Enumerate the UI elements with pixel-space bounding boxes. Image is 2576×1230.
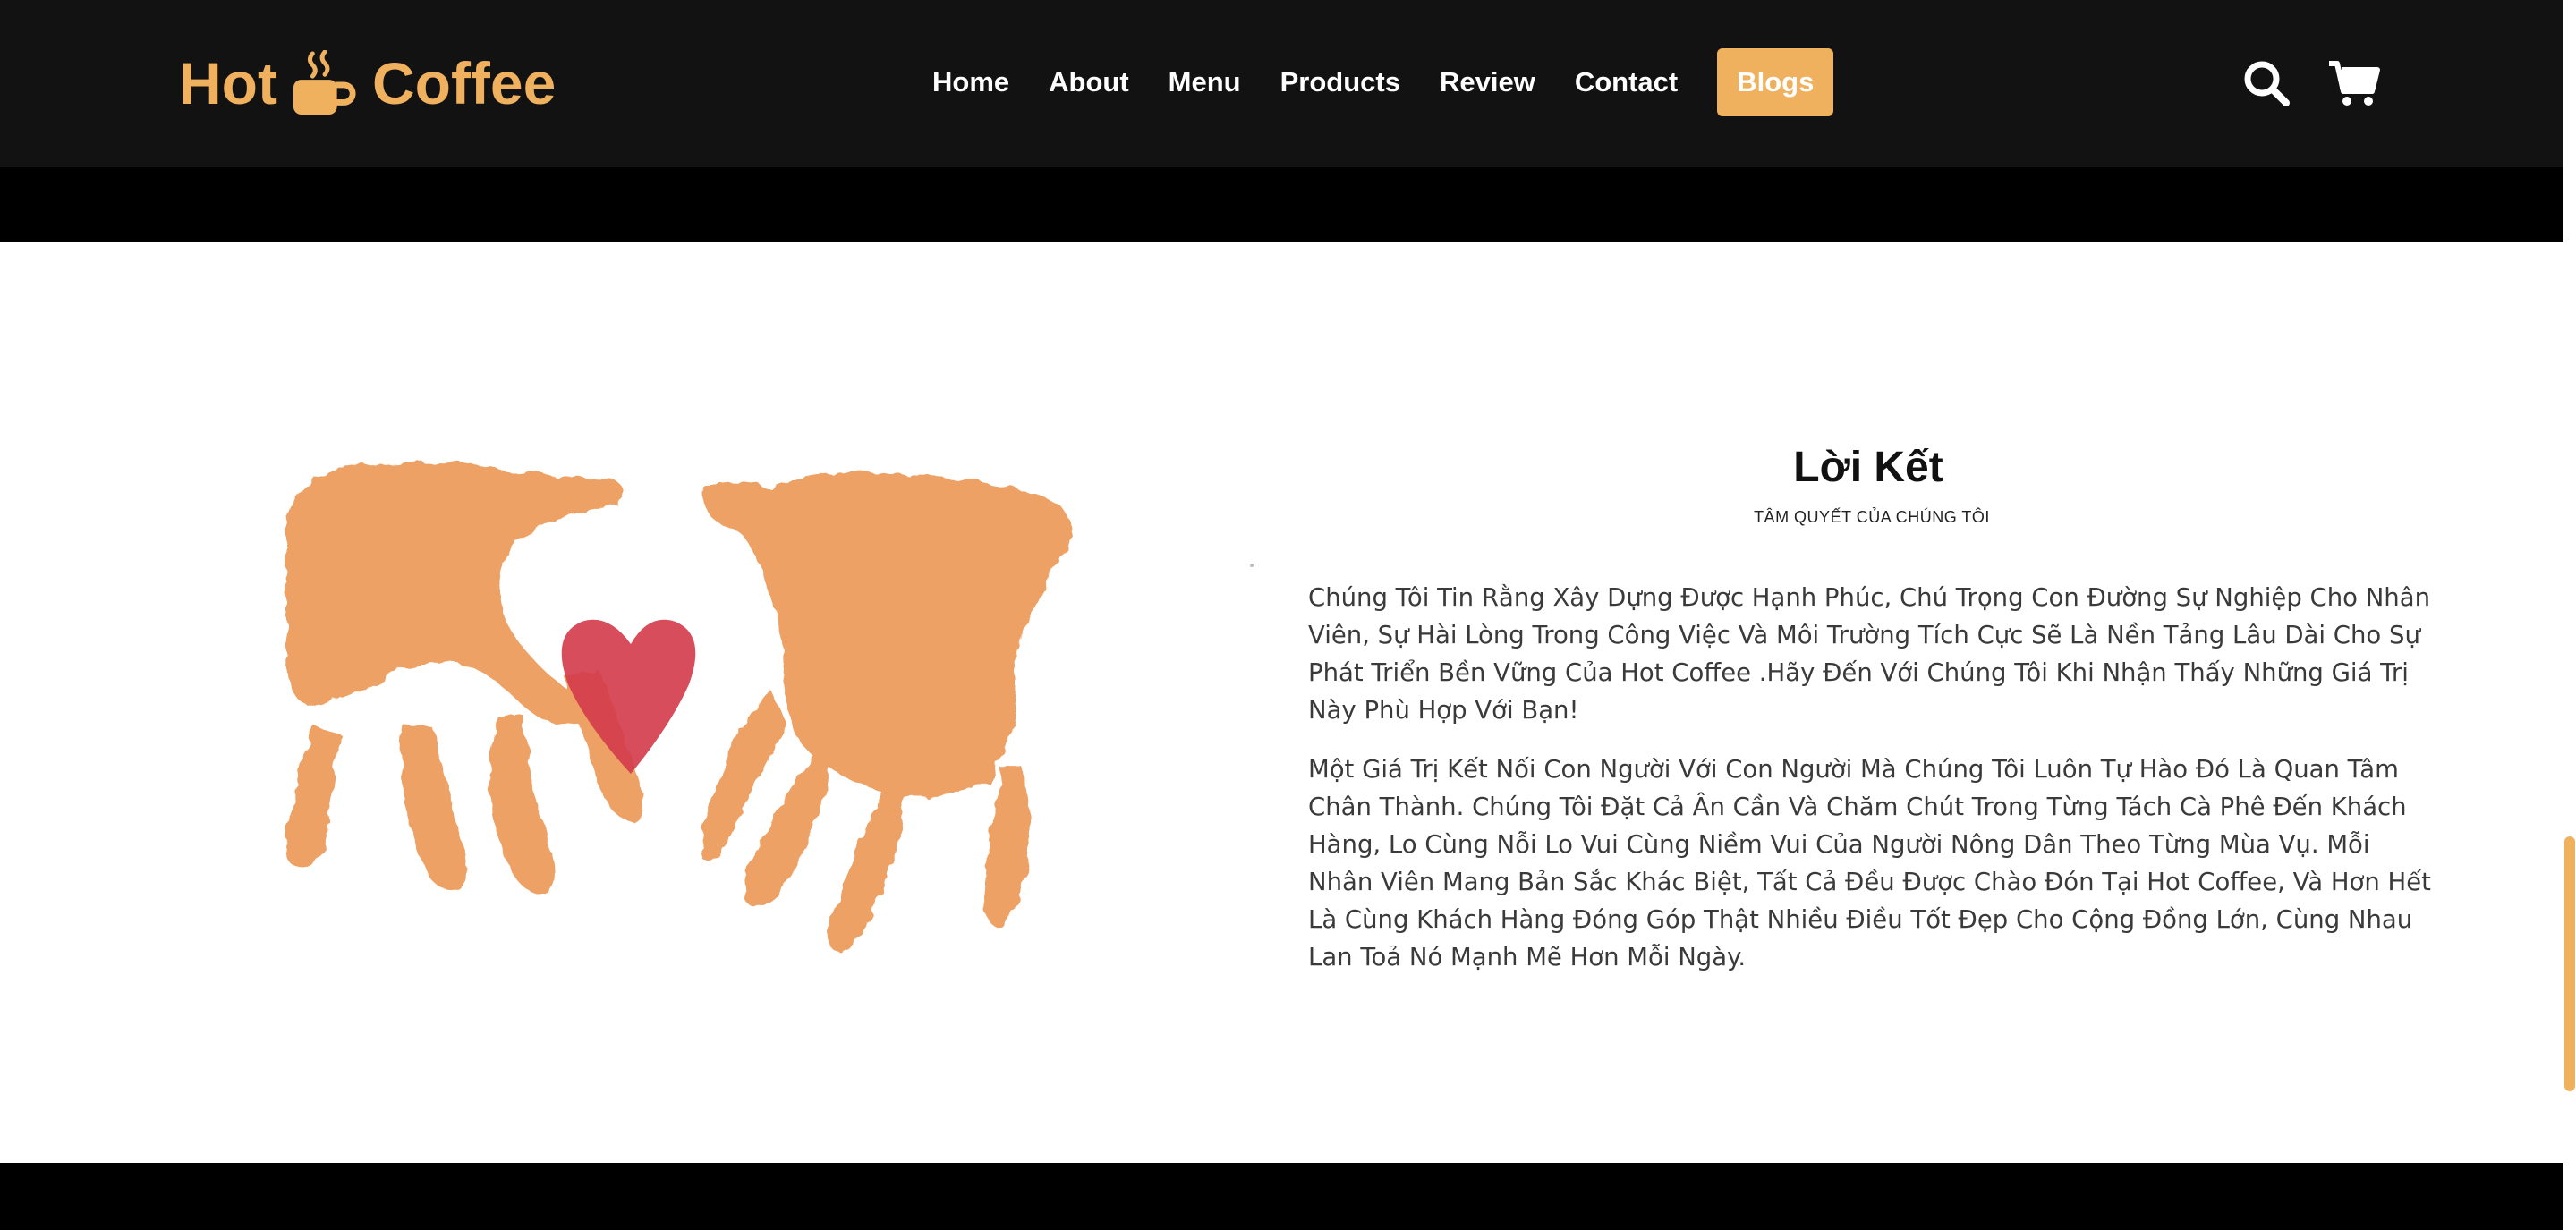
logo-text-hot: Hot (179, 50, 277, 116)
nav-about[interactable]: About (1029, 48, 1149, 116)
nav-review[interactable]: Review (1420, 48, 1555, 116)
header-actions (2241, 52, 2381, 115)
nav-products[interactable]: Products (1261, 48, 1420, 116)
closing-content: Lời Kết TÂM QUYẾT CỦA CHÚNG TÔI Chúng Tô… (1308, 443, 2436, 976)
heart-shape (561, 619, 696, 774)
dot-decoration (1250, 564, 1254, 567)
logo-text-coffee: Coffee (371, 50, 557, 116)
search-icon[interactable] (2241, 58, 2291, 108)
paragraph-2: Một Giá Trị Kết Nối Con Người Với Con Ng… (1308, 755, 2431, 971)
section-title: Lời Kết (1793, 444, 1943, 491)
site-header: Hot Coffee Home About Menu Products Revi… (0, 0, 2563, 167)
nav-menu[interactable]: Menu (1149, 48, 1261, 116)
nav-contact[interactable]: Contact (1555, 48, 1697, 116)
painted-hands-image (285, 462, 1070, 953)
shopping-cart-icon[interactable] (2327, 59, 2381, 107)
coffee-cup-icon (293, 50, 356, 115)
scrollbar-thumb[interactable] (2564, 836, 2575, 1091)
nav-home[interactable]: Home (913, 48, 1029, 116)
section-subtitle: TÂM QUYẾT CỦA CHÚNG TÔI (1754, 508, 1990, 526)
main-nav: Home About Menu Products Review Contact … (913, 47, 1834, 118)
paragraph-1: Chúng Tôi Tin Rằng Xây Dựng Được Hạnh Ph… (1308, 583, 2431, 725)
logo[interactable]: Hot Coffee (179, 43, 556, 123)
nav-blogs[interactable]: Blogs (1717, 48, 1834, 116)
